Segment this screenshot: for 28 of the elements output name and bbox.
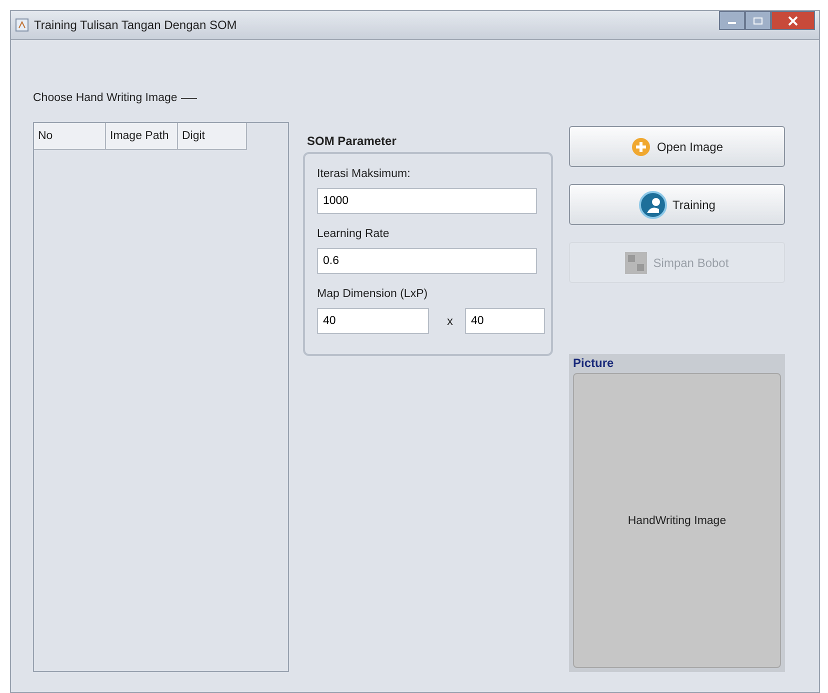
training-button[interactable]: Training [569,184,785,225]
column-header[interactable]: Digit [178,123,247,149]
group-title: SOM Parameter [307,134,398,148]
input-field[interactable]: 40 [317,308,429,334]
maximize-button[interactable] [745,11,771,30]
field-label: Learning Rate [317,228,390,240]
app-icon [15,18,29,32]
person-icon [638,190,667,218]
input-field[interactable]: 1000 [317,188,537,214]
open-image-button[interactable]: Open Image [569,126,785,167]
close-button[interactable] [771,11,815,30]
grid-icon [625,252,648,274]
column-header[interactable]: No [34,123,106,149]
maximize-icon [753,16,763,24]
separator-text: x [447,314,453,328]
plus-icon [630,136,651,156]
panel-title: Picture [573,355,615,372]
minimize-button[interactable] [719,11,745,30]
field-label: Map Dimension (LxP) [317,288,429,300]
column-header[interactable]: Image Path [106,123,178,149]
close-icon [788,16,798,26]
section-label: Choose Hand Writing Image [33,92,178,104]
image-table[interactable]: No Image Path Digit [33,122,289,672]
input-field[interactable]: 40 [465,308,545,334]
image-placeholder-label: HandWriting Image [573,373,781,668]
window-title: Training Tulisan Tangan Dengan SOM [34,18,237,32]
field-label: Iterasi Maksimum: [317,168,412,180]
input-field[interactable]: 0.6 [317,248,537,274]
